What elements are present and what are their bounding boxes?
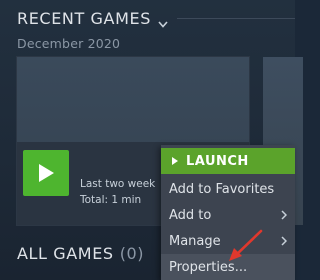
menu-item-add-to-label: Add to	[169, 207, 212, 223]
menu-item-manage[interactable]: Manage	[161, 228, 295, 254]
last-played-text: Last two week	[80, 178, 156, 190]
chevron-down-icon[interactable]	[158, 14, 168, 28]
menu-item-add-to-favorites[interactable]: Add to Favorites	[161, 176, 295, 202]
menu-item-properties[interactable]: Properties...	[161, 254, 295, 280]
total-playtime-text: Total: 1 min	[80, 194, 142, 206]
menu-item-launch-label: LAUNCH	[186, 153, 249, 169]
all-games-count: (0)	[119, 244, 145, 263]
menu-item-manage-label: Manage	[169, 233, 221, 249]
recent-games-title: RECENT GAMES	[17, 9, 151, 28]
all-games-title: ALL GAMES	[17, 244, 114, 263]
section-divider	[177, 18, 295, 19]
chevron-right-icon	[281, 210, 287, 220]
menu-item-add-to[interactable]: Add to	[161, 202, 295, 228]
all-games-header[interactable]: ALL GAMES (0)	[17, 244, 144, 263]
menu-item-properties-label: Properties...	[169, 259, 248, 275]
play-triangle-icon	[172, 157, 178, 165]
context-menu: LAUNCH Add to Favorites Add to Manage Pr…	[161, 145, 295, 280]
play-triangle-icon	[39, 164, 54, 182]
menu-item-launch[interactable]: LAUNCH	[161, 148, 295, 174]
date-label: December 2020	[17, 36, 121, 51]
menu-item-add-to-favorites-label: Add to Favorites	[169, 181, 275, 197]
recent-games-header[interactable]: RECENT GAMES	[17, 9, 168, 28]
play-button[interactable]	[23, 150, 69, 196]
chevron-right-icon	[281, 236, 287, 246]
